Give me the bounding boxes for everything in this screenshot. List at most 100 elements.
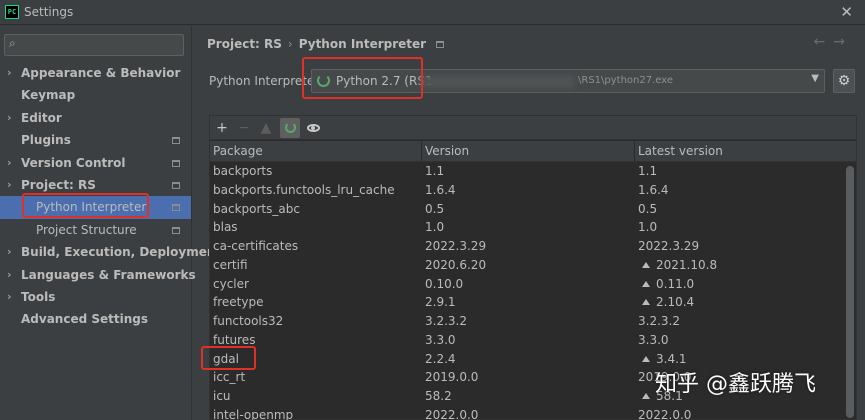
package-latest-version: 1.0 [635, 218, 844, 237]
latest-version-text: 1.0 [638, 220, 658, 235]
table-row[interactable]: certifi 2020.6.20 2021.10.8 [210, 256, 844, 275]
latest-version-text: 2.10.4 [656, 295, 695, 310]
interpreter-path-blurred [420, 76, 575, 88]
sidebar-item-editor[interactable]: › Editor [0, 107, 191, 129]
package-name: gdal [213, 351, 239, 366]
package-name: icu [213, 389, 231, 403]
sidebar-item-keymap[interactable]: Keymap [0, 84, 191, 106]
upgrade-package-button[interactable]: ▲ [256, 118, 276, 138]
close-icon[interactable]: ✕ [840, 3, 853, 21]
package-latest-version: 3.4.1 [635, 350, 844, 369]
scrollbar-thumb[interactable] [846, 166, 854, 418]
column-header-latest-version[interactable]: Latest version [635, 141, 856, 161]
sidebar-item-languages-frameworks[interactable]: › Languages & Frameworks [0, 264, 196, 286]
package-name: ca-certificates [213, 239, 299, 253]
chevron-right-icon[interactable]: › [7, 152, 12, 174]
gear-button[interactable]: ⚙ [833, 69, 855, 93]
navigation-arrows: ←→ [814, 34, 853, 50]
upgrade-available-icon [642, 280, 650, 287]
upgrade-available-icon [642, 393, 650, 399]
table-row[interactable]: icc_rt 2019.0.0 2019.0.0 [210, 368, 844, 387]
package-version: 1.0 [425, 220, 445, 235]
chevron-right-icon[interactable]: › [7, 264, 12, 286]
table-row[interactable]: backports_abc 0.5 0.5 [210, 200, 844, 219]
latest-version-text: 2019.0.0 [638, 370, 692, 385]
package-latest-version: 1.6.4 [635, 181, 844, 200]
table-row[interactable]: functools32 3.2.3.2 3.2.3.2 [210, 312, 844, 331]
latest-version-text: 58.1 [656, 389, 683, 403]
latest-version-text: 1.1 [638, 164, 658, 178]
sidebar-item-project-rs[interactable]: › Project: RS [0, 174, 191, 196]
chevron-right-icon[interactable]: › [7, 286, 12, 308]
sidebar-item-build-execution-deployment[interactable]: › Build, Execution, Deployment [0, 241, 221, 263]
use-conda-button[interactable] [280, 118, 300, 138]
chevron-right-icon[interactable]: › [7, 62, 12, 84]
add-package-button[interactable]: + [212, 118, 232, 138]
package-name: intel-openmp [213, 407, 294, 420]
column-header-version[interactable]: Version [422, 141, 635, 161]
package-latest-version: 2022.0.0 [635, 406, 844, 420]
table-row[interactable]: freetype 2.9.1 2.10.4 [210, 293, 844, 312]
sidebar-item-appearance-behavior[interactable]: › Appearance & Behavior [0, 62, 191, 84]
latest-version-text: 3.4.1 [656, 351, 687, 366]
chevron-right-icon[interactable]: › [7, 241, 12, 263]
plus-icon: + [216, 120, 228, 136]
chevron-down-icon[interactable]: ▼ [811, 73, 819, 84]
project-level-icon [172, 137, 180, 145]
sidebar-item-label: Languages & Frameworks [21, 267, 196, 282]
project-level-icon [172, 204, 180, 212]
table-row[interactable]: cycler 0.10.0 0.11.0 [210, 275, 844, 294]
settings-sidebar: ⌕ › Appearance & Behavior Keymap › Editor Plu… [0, 26, 221, 420]
sidebar-item-version-control[interactable]: › Version Control [0, 152, 191, 174]
forward-arrow-icon[interactable]: → [833, 34, 853, 50]
sidebar-item-advanced-settings[interactable]: Advanced Settings [0, 308, 191, 330]
package-version: 2020.6.20 [425, 257, 487, 272]
table-row[interactable]: ca-certificates 2022.3.29 2022.3.29 [210, 237, 844, 256]
settings-search[interactable]: ⌕ [4, 34, 184, 56]
sidebar-item-label: Advanced Settings [21, 312, 149, 327]
interpreter-name: Python 2.7 (RS1 [336, 74, 433, 88]
breadcrumb-separator: › [287, 37, 293, 51]
column-header-package[interactable]: Package [210, 141, 422, 161]
chevron-right-icon[interactable]: › [7, 174, 12, 196]
package-latest-version: 0.5 [635, 200, 844, 219]
remove-package-button[interactable]: − [234, 118, 254, 138]
back-arrow-icon[interactable]: ← [814, 34, 834, 50]
table-row[interactable]: backports.functools_lru_cache 1.6.4 1.6.4 [210, 181, 844, 200]
table-row[interactable]: intel-openmp 2022.0.0 2022.0.0 [210, 406, 844, 420]
interpreter-loading-icon [317, 74, 330, 87]
chevron-right-icon[interactable]: › [7, 107, 12, 129]
interpreter-combobox[interactable]: Python 2.7 (RS1 \RS1\python27.exe ▼ [311, 69, 825, 93]
package-latest-version: 2019.0.0 [635, 368, 844, 387]
sidebar-item-label: Editor [21, 110, 62, 125]
search-input[interactable] [23, 37, 178, 53]
package-version: 2022.0.0 [425, 407, 479, 420]
package-version: 2019.0.0 [425, 370, 479, 385]
package-version: 3.3.0 [425, 332, 456, 347]
table-row[interactable]: backports 1.1 1.1 [210, 162, 844, 181]
latest-version-text: 1.6.4 [638, 182, 669, 197]
package-name: backports [213, 164, 273, 178]
breadcrumb-parent[interactable]: Project: RS [207, 37, 282, 51]
table-row[interactable]: blas 1.0 1.0 [210, 218, 844, 237]
package-latest-version: 1.1 [635, 162, 844, 181]
table-row[interactable]: gdal 2.2.4 3.4.1 [210, 350, 844, 369]
package-version: 0.5 [425, 201, 445, 216]
table-row[interactable]: futures 3.3.0 3.3.0 [210, 331, 844, 350]
latest-version-text: 0.11.0 [656, 276, 695, 291]
minus-icon: − [238, 120, 250, 136]
show-early-releases-button[interactable] [303, 118, 323, 138]
table-row[interactable]: icu 58.2 58.1 [210, 387, 844, 406]
breadcrumb: Project: RS › Python Interpreter [207, 37, 445, 51]
sidebar-item-plugins[interactable]: Plugins [0, 129, 191, 151]
sidebar-item-tools[interactable]: › Tools [0, 286, 191, 308]
sidebar-item-project-structure[interactable]: Project Structure [0, 219, 191, 241]
latest-version-text: 3.3.0 [638, 332, 669, 347]
packages-table-body: backports 1.1 1.1 backports.functools_lru_c… [210, 162, 844, 420]
search-icon: ⌕ [9, 36, 16, 50]
latest-version-text: 2022.3.29 [638, 239, 700, 253]
package-name: futures [213, 332, 256, 347]
sidebar-item-python-interpreter[interactable]: Python Interpreter [0, 196, 191, 219]
package-version: 2.9.1 [425, 295, 456, 310]
packages-scrollbar[interactable] [846, 162, 854, 420]
